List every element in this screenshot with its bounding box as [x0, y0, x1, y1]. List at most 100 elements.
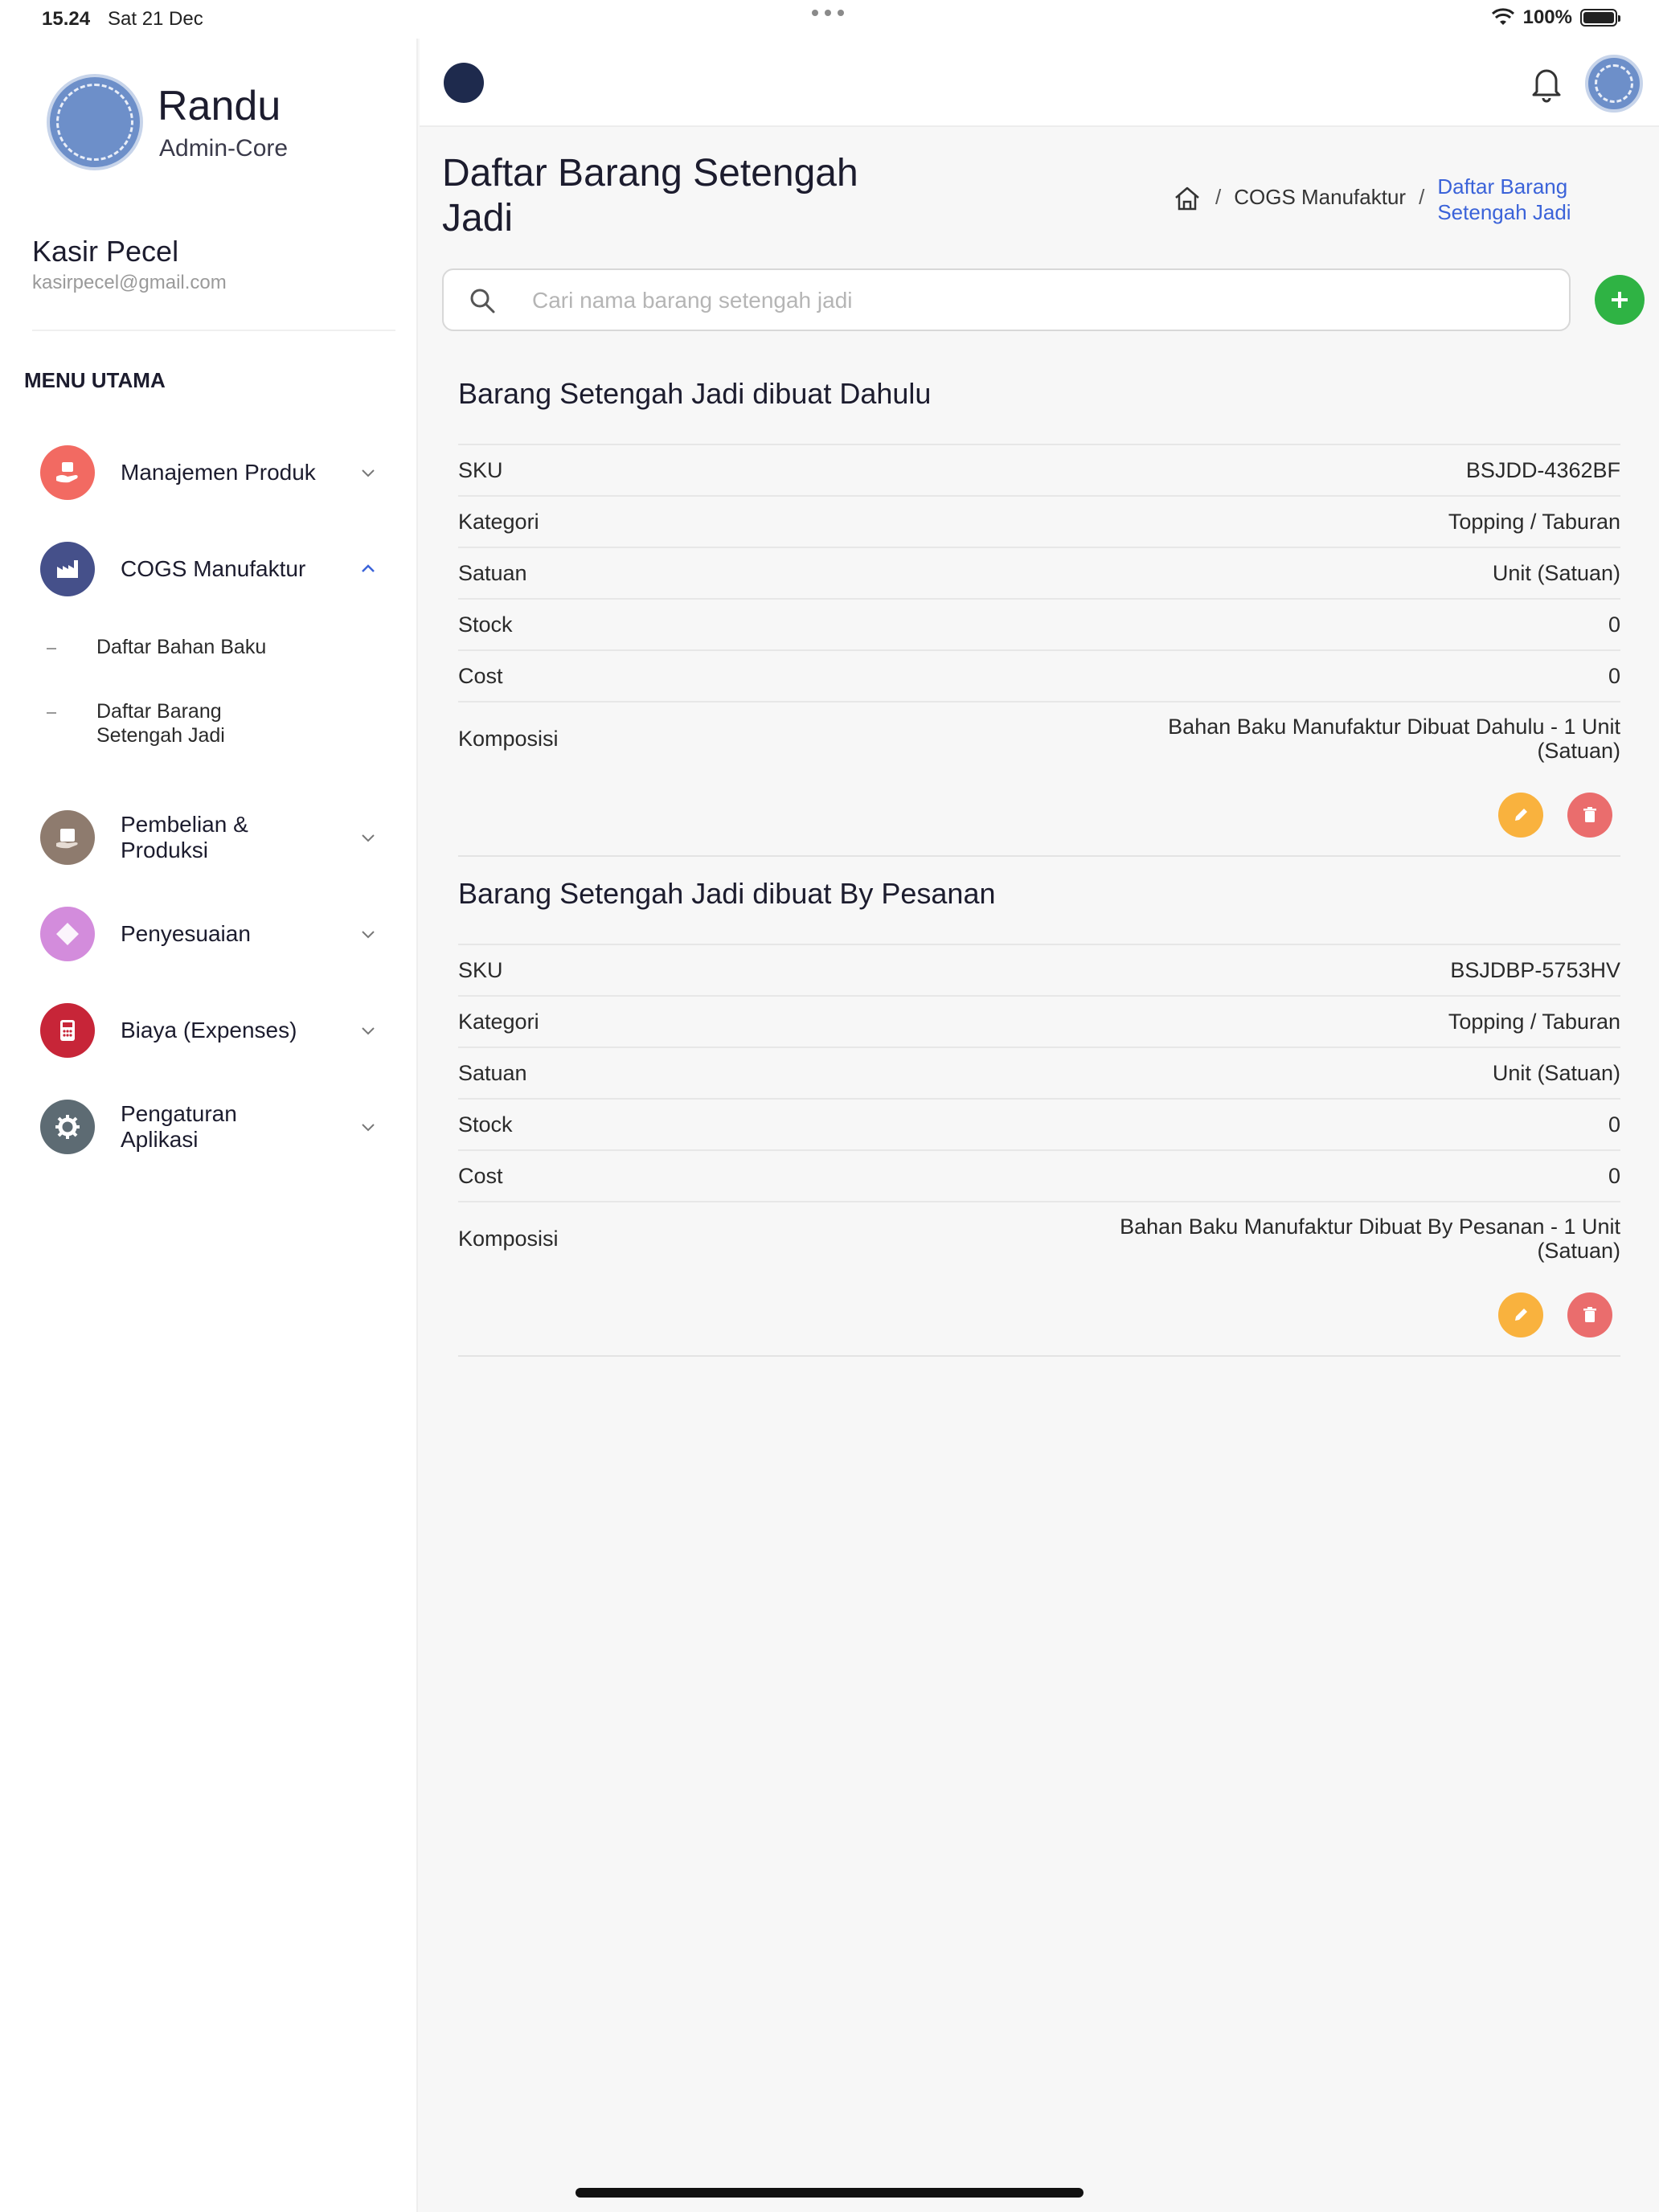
submenu-dash	[47, 648, 56, 649]
chevron-down-icon	[362, 1027, 375, 1035]
multitask-dots-icon[interactable]	[812, 10, 844, 16]
detail-row-stock: Stock 0	[458, 1098, 1620, 1149]
detail-row-kategori: Kategori Topping / Taburan	[458, 495, 1620, 547]
calculator-icon	[40, 1003, 95, 1058]
row-value: Topping / Taburan	[1448, 510, 1620, 534]
sidebar-item-label: Biaya (Expenses)	[121, 1018, 297, 1043]
item-title: Barang Setengah Jadi dibuat Dahulu	[458, 377, 932, 410]
sidebar-item-label: COGS Manufaktur	[121, 556, 306, 581]
detail-row-sku: SKU BSJDBP-5753HV	[458, 944, 1620, 995]
row-label: Cost	[458, 663, 503, 688]
detail-row-cost: Cost 0	[458, 649, 1620, 701]
sidebar-item-penyesuaian[interactable]: Penyesuaian	[40, 905, 378, 963]
page-title: Daftar Barang Setengah Jadi	[442, 152, 858, 240]
sidebar-item-manajemen-produk[interactable]: Manajemen Produk	[40, 444, 378, 502]
brand-subtitle: Admin-Core	[159, 135, 289, 162]
sidebar: Randu Admin-Core Kasir Pecel kasirpecel@…	[0, 39, 418, 2212]
row-label: Satuan	[458, 560, 527, 585]
delete-button[interactable]	[1567, 793, 1612, 838]
submenu-item-daftar-barang-setengah-jadi[interactable]: Daftar Barang Setengah Jadi	[47, 699, 368, 748]
sidebar-item-label: Manajemen Produk	[121, 460, 316, 485]
battery-icon	[1580, 9, 1620, 27]
trash-icon	[1583, 1307, 1596, 1322]
home-icon[interactable]	[1172, 183, 1202, 214]
row-value: 0	[1608, 664, 1620, 688]
submenu-dash	[47, 712, 56, 714]
chevron-down-icon	[362, 1124, 375, 1132]
detail-row-sku: SKU BSJDD-4362BF	[458, 444, 1620, 495]
chevron-down-icon	[362, 469, 375, 477]
avatar[interactable]	[1585, 55, 1643, 113]
submenu-label: Daftar Barang Setengah Jadi	[96, 700, 225, 747]
menu-heading: MENU UTAMA	[24, 368, 166, 392]
item-card: Barang Setengah Jadi dibuat Dahulu SKU B…	[458, 370, 1620, 857]
row-label: Satuan	[458, 1060, 527, 1085]
brand-logo	[47, 74, 143, 170]
item-actions	[458, 775, 1620, 857]
row-value: 0	[1608, 1164, 1620, 1188]
submenu-item-daftar-bahan-baku[interactable]: Daftar Bahan Baku	[47, 635, 368, 659]
row-label: Kategori	[458, 509, 539, 534]
package-icon	[40, 810, 95, 865]
sidebar-item-label: Pengaturan Aplikasi	[121, 1101, 237, 1152]
row-value: Unit (Satuan)	[1492, 561, 1620, 585]
breadcrumb-item-cogs[interactable]: COGS Manufaktur	[1234, 185, 1406, 210]
row-value: BSJDD-4362BF	[1465, 458, 1620, 482]
search-input[interactable]	[532, 283, 1537, 318]
edit-button[interactable]	[1498, 1292, 1543, 1337]
row-label: Stock	[458, 612, 513, 637]
bell-icon[interactable]	[1529, 63, 1564, 103]
row-value: Unit (Satuan)	[1492, 1061, 1620, 1085]
detail-row-stock: Stock 0	[458, 598, 1620, 649]
factory-icon	[40, 542, 95, 596]
chevron-down-icon	[362, 931, 375, 939]
detail-row-cost: Cost 0	[458, 1149, 1620, 1201]
user-name: Kasir Pecel	[32, 235, 179, 268]
row-label: Stock	[458, 1112, 513, 1137]
status-indicators: 100%	[1491, 6, 1620, 29]
sidebar-item-pembelian-produksi[interactable]: Pembelian & Produksi	[40, 809, 378, 866]
breadcrumb-current: Daftar Barang Setengah Jadi	[1437, 174, 1571, 224]
sidebar-item-pengaturan-aplikasi[interactable]: Pengaturan Aplikasi	[40, 1098, 378, 1156]
home-indicator[interactable]	[576, 2188, 1083, 2198]
row-label: Komposisi	[458, 1226, 559, 1251]
sidebar-item-label: Pembelian & Produksi	[121, 812, 248, 862]
row-value: 0	[1608, 1112, 1620, 1137]
detail-row-kategori: Kategori Topping / Taburan	[458, 995, 1620, 1047]
breadcrumb-separator: /	[1419, 185, 1425, 209]
detail-row-satuan: Satuan Unit (Satuan)	[458, 547, 1620, 598]
add-button[interactable]	[1595, 275, 1645, 325]
top-bar	[420, 39, 1659, 127]
item-title: Barang Setengah Jadi dibuat By Pesanan	[458, 877, 996, 910]
user-email: kasirpecel@gmail.com	[32, 272, 227, 293]
row-label: Komposisi	[458, 726, 559, 751]
sidebar-item-biaya-expenses[interactable]: Biaya (Expenses)	[40, 1002, 378, 1059]
search-icon	[470, 289, 495, 313]
box-hand-icon	[40, 445, 95, 500]
row-value: 0	[1608, 612, 1620, 637]
menu-toggle-button[interactable]	[444, 63, 484, 103]
detail-row-komposisi: Komposisi Bahan Baku Manufaktur Dibuat D…	[458, 701, 1620, 775]
detail-row-satuan: Satuan Unit (Satuan)	[458, 1047, 1620, 1098]
adjust-icon	[40, 907, 95, 961]
detail-row-komposisi: Komposisi Bahan Baku Manufaktur Dibuat B…	[458, 1201, 1620, 1275]
wifi-icon	[1491, 8, 1514, 25]
trash-icon	[1583, 807, 1596, 822]
row-label: Cost	[458, 1163, 503, 1188]
pencil-icon	[1515, 1309, 1527, 1321]
battery-percent: 100%	[1522, 6, 1572, 28]
plus-icon	[1612, 292, 1628, 308]
chevron-up-icon	[362, 564, 375, 572]
sidebar-divider	[32, 330, 395, 331]
delete-button[interactable]	[1567, 1292, 1612, 1337]
item-card: Barang Setengah Jadi dibuat By Pesanan S…	[458, 870, 1620, 1357]
gear-icon	[40, 1100, 95, 1154]
row-value: Bahan Baku Manufaktur Dibuat By Pesanan …	[1120, 1215, 1620, 1263]
search-bar	[442, 268, 1571, 331]
row-label: Kategori	[458, 1009, 539, 1034]
edit-button[interactable]	[1498, 793, 1543, 838]
pencil-icon	[1515, 809, 1527, 821]
sidebar-item-label: Penyesuaian	[121, 921, 251, 946]
item-actions	[458, 1275, 1620, 1357]
sidebar-item-cogs-manufaktur[interactable]: COGS Manufaktur	[40, 540, 378, 598]
